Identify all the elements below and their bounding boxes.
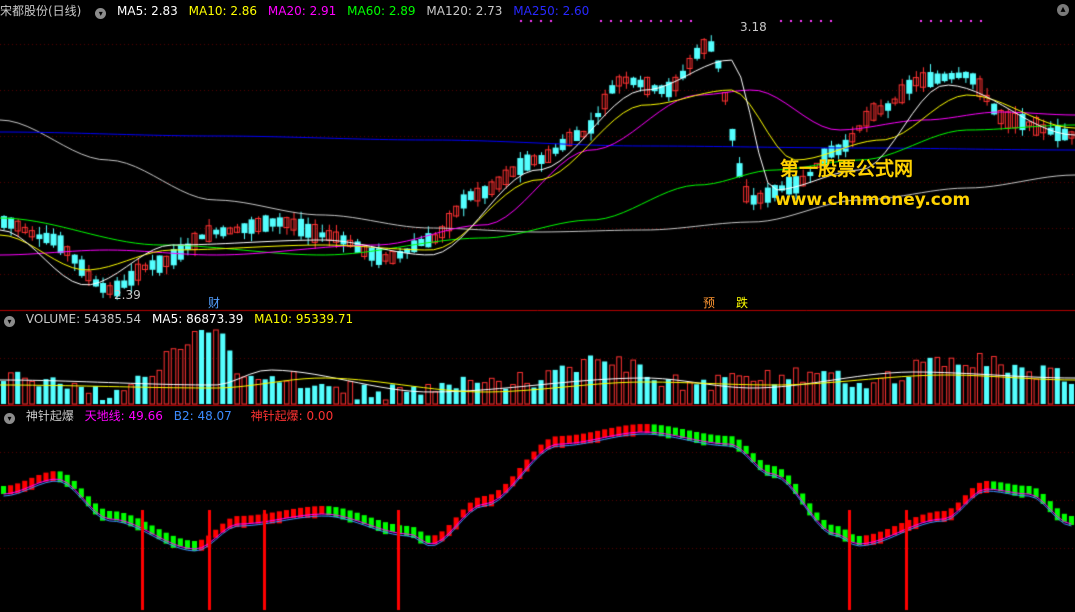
high-price-label: 3.18 bbox=[740, 20, 767, 34]
kline-chart-canvas[interactable] bbox=[0, 0, 1075, 612]
stock-title: 宋都股份(日线) bbox=[0, 4, 82, 18]
close-icon[interactable]: ▴ bbox=[1057, 4, 1069, 16]
indicator-title: 神针起爆 bbox=[25, 409, 74, 423]
panel-menu-icon[interactable]: ▾ bbox=[95, 8, 107, 19]
ma5-value: MA5: 2.83 bbox=[117, 4, 178, 18]
volume-panel-header: ▾ VOLUME: 54385.54 MA5: 86873.39 MA10: 9… bbox=[0, 310, 360, 328]
volume-ma10: MA10: 95339.71 bbox=[254, 312, 354, 326]
marker-yu[interactable]: 预 bbox=[703, 296, 715, 310]
main-panel-header: 宋都股份(日线) ▾ MA5: 2.83 MA10: 2.86 MA20: 2.… bbox=[0, 2, 596, 20]
marker-die[interactable]: 跌 bbox=[736, 296, 748, 310]
ma60-value: MA60: 2.89 bbox=[347, 4, 416, 18]
indicator-panel-header: ▾ 神针起爆 天地线: 49.66 B2: 48.07 神针起爆: 0.00 bbox=[0, 407, 340, 425]
ma10-value: MA10: 2.86 bbox=[188, 4, 258, 18]
marker-cai[interactable]: 财 bbox=[208, 296, 220, 310]
b2-value: B2: 48.07 bbox=[173, 409, 232, 423]
shenzhen-value: 神针起爆: 0.00 bbox=[250, 409, 334, 423]
ma20-value: MA20: 2.91 bbox=[267, 4, 337, 18]
volume-value: VOLUME: 54385.54 bbox=[25, 312, 142, 326]
indicator-menu-icon[interactable]: ▾ bbox=[4, 413, 15, 424]
volume-ma5: MA5: 86873.39 bbox=[152, 312, 244, 326]
watermark-title: 第一股票公式网 bbox=[780, 158, 914, 180]
low-price-label: 2.39 bbox=[114, 288, 141, 302]
volume-menu-icon[interactable]: ▾ bbox=[4, 316, 15, 327]
watermark-url: www.chnmoney.com bbox=[775, 190, 971, 210]
ma120-value: MA120: 2.73 bbox=[426, 4, 503, 18]
ma250-value: MA250: 2.60 bbox=[513, 4, 590, 18]
tiandi-line-value: 天地线: 49.66 bbox=[84, 409, 163, 423]
